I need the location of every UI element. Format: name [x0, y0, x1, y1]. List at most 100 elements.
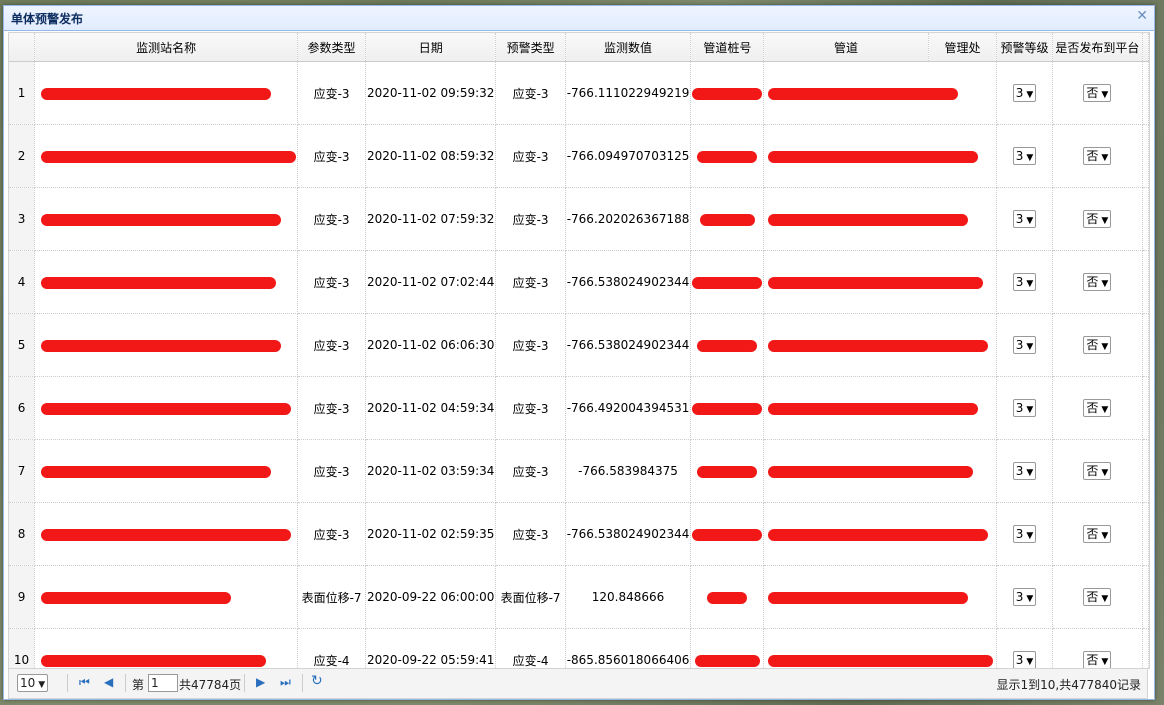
header-level[interactable]: 预警等级: [996, 33, 1053, 62]
chevron-down-icon: ▼: [1026, 279, 1034, 289]
table-row[interactable]: 7 应变-3 2020-11-02 03:59:34 应变-3 -766.5839843…: [9, 439, 1149, 503]
page-size-select[interactable]: 10 ▼: [17, 674, 49, 692]
refresh-icon[interactable]: ↻: [311, 673, 323, 689]
warning-level-select[interactable]: 3 ▼: [1012, 147, 1037, 165]
alarm-type-cell: 应变-3: [495, 61, 566, 125]
station-name-cell: [34, 250, 299, 314]
table-row[interactable]: 4 应变-3 2020-11-02 07:02:44 应变-3 -766.5380249…: [9, 250, 1149, 314]
publish-cell: 否 ▼: [1052, 376, 1144, 440]
level-cell: 3 ▼: [996, 628, 1053, 668]
level-cell: 3 ▼: [996, 250, 1053, 314]
warning-level-select[interactable]: 3 ▼: [1012, 462, 1037, 480]
pipeline-cell: [763, 376, 998, 440]
dialog-title: 单体预警发布: [11, 12, 84, 26]
table-row[interactable]: 2 应变-3 2020-11-02 08:59:32 应变-3 -766.0949707…: [9, 124, 1149, 188]
level-cell: 3 ▼: [996, 565, 1053, 629]
header-param-type[interactable]: 参数类型: [297, 33, 366, 62]
row-filler: [1142, 565, 1149, 629]
publish-select[interactable]: 否 ▼: [1083, 462, 1112, 480]
publish-select[interactable]: 否 ▼: [1083, 588, 1112, 606]
redaction-mark: [768, 402, 979, 415]
last-page-icon[interactable]: ⏭: [280, 675, 291, 690]
redaction-mark: [692, 87, 763, 100]
level-cell: 3 ▼: [996, 124, 1053, 188]
chevron-down-icon: ▼: [1026, 216, 1034, 226]
chevron-down-icon: ▼: [38, 680, 46, 690]
level-cell: 3 ▼: [996, 376, 1053, 440]
header-station[interactable]: 监测站名称: [34, 33, 299, 62]
param-type-cell: 应变-3: [297, 250, 366, 314]
publish-select[interactable]: 否 ▼: [1083, 525, 1112, 543]
pager-divider: [125, 674, 126, 692]
level-value: 3: [1015, 86, 1024, 100]
table-row[interactable]: 1 应变-3 2020-11-02 09:59:32 应变-3 -766.1110229…: [9, 61, 1149, 125]
pipeline-cell: [763, 187, 998, 251]
header-office[interactable]: 管理处: [928, 33, 998, 62]
header-stake[interactable]: 管道桩号: [690, 33, 765, 62]
redaction-mark: [692, 528, 763, 541]
header-pipeline[interactable]: 管道: [763, 33, 929, 62]
header-date[interactable]: 日期: [365, 33, 497, 62]
publish-select[interactable]: 否 ▼: [1083, 147, 1112, 165]
publish-cell: 否 ▼: [1052, 502, 1144, 566]
level-value: 3: [1015, 275, 1024, 289]
redaction-mark: [41, 150, 297, 163]
publish-select[interactable]: 否 ▼: [1083, 273, 1112, 291]
pager-divider: [302, 674, 303, 692]
pipeline-cell: [763, 439, 998, 503]
pager-divider: [244, 674, 245, 692]
param-type-cell: 应变-3: [297, 187, 366, 251]
header-alarm-type[interactable]: 预警类型: [495, 33, 566, 62]
warning-level-select[interactable]: 3 ▼: [1012, 336, 1037, 354]
table-row[interactable]: 10 应变-4 2020-09-22 05:59:41 应变-4 -865.856018…: [9, 628, 1149, 668]
warning-level-select[interactable]: 3 ▼: [1012, 588, 1037, 606]
chevron-down-icon: ▼: [1101, 153, 1109, 163]
warning-level-select[interactable]: 3 ▼: [1012, 399, 1037, 417]
close-icon[interactable]: ✕: [1136, 8, 1148, 24]
level-value: 3: [1015, 590, 1024, 604]
chevron-down-icon: ▼: [1026, 468, 1034, 478]
row-filler: [1142, 61, 1149, 125]
chevron-down-icon: ▼: [1026, 657, 1034, 667]
publish-select[interactable]: 否 ▼: [1083, 84, 1112, 102]
table-row[interactable]: 6 应变-3 2020-11-02 04:59:34 应变-3 -766.4920043…: [9, 376, 1149, 440]
page-number-input[interactable]: 1: [148, 674, 178, 692]
record-info: 显示1到10,共477840记录: [996, 678, 1141, 692]
stake-cell: [690, 124, 765, 188]
header-value[interactable]: 监测数值: [565, 33, 692, 62]
stake-cell: [690, 502, 765, 566]
param-type-cell: 应变-3: [297, 61, 366, 125]
table-row[interactable]: 9 表面位移-7 2020-09-22 06:00:00 表面位移-7 120.8486…: [9, 565, 1149, 629]
pagination-bar: 10 ▼ ⏮ ◀ 第 1 共47784页 ▶ ⏭ ↻ 显示1到10,共477840…: [8, 669, 1148, 699]
chevron-down-icon: ▼: [1026, 531, 1034, 541]
level-cell: 3 ▼: [996, 313, 1053, 377]
date-cell: 2020-11-02 03:59:34: [365, 439, 497, 503]
chevron-down-icon: ▼: [1101, 594, 1109, 604]
prev-page-icon[interactable]: ◀: [104, 675, 113, 689]
publish-select[interactable]: 否 ▼: [1083, 399, 1112, 417]
publish-select[interactable]: 否 ▼: [1083, 651, 1112, 668]
param-type-cell: 应变-3: [297, 313, 366, 377]
table-row[interactable]: 8 应变-3 2020-11-02 02:59:35 应变-3 -766.5380249…: [9, 502, 1149, 566]
warning-level-select[interactable]: 3 ▼: [1012, 525, 1037, 543]
header-publish[interactable]: 是否发布到平台: [1052, 33, 1144, 62]
header-rownum: [9, 33, 36, 62]
next-page-icon[interactable]: ▶: [256, 675, 265, 689]
stake-cell: [690, 565, 765, 629]
table-row[interactable]: 3 应变-3 2020-11-02 07:59:32 应变-3 -766.2020263…: [9, 187, 1149, 251]
value-cell: -766.583984375: [565, 439, 692, 503]
redaction-mark: [41, 87, 272, 100]
warning-level-select[interactable]: 3 ▼: [1012, 651, 1037, 668]
alarm-type-cell: 应变-3: [495, 124, 566, 188]
redaction-mark: [694, 654, 760, 667]
warning-level-select[interactable]: 3 ▼: [1012, 273, 1037, 291]
publish-cell: 否 ▼: [1052, 565, 1144, 629]
pipeline-cell: [763, 628, 998, 668]
first-page-icon[interactable]: ⏮: [79, 675, 90, 690]
publish-select[interactable]: 否 ▼: [1083, 210, 1112, 228]
date-cell: 2020-11-02 06:06:30: [365, 313, 497, 377]
warning-level-select[interactable]: 3 ▼: [1012, 84, 1037, 102]
table-row[interactable]: 5 应变-3 2020-11-02 06:06:30 应变-3 -766.5380249…: [9, 313, 1149, 377]
publish-select[interactable]: 否 ▼: [1083, 336, 1112, 354]
warning-level-select[interactable]: 3 ▼: [1012, 210, 1037, 228]
